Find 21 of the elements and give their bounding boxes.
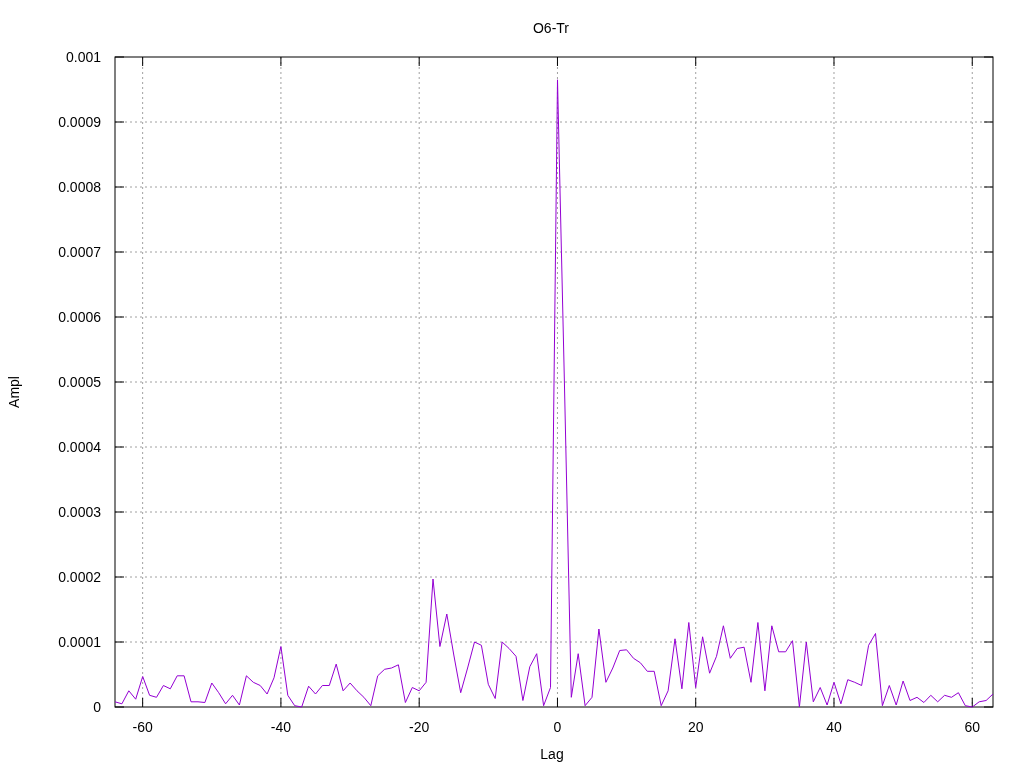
y-tick-label: 0.0009 [58,114,101,130]
x-tick-label: 0 [553,719,562,735]
x-tick-label: -60 [132,719,153,735]
y-tick-label: 0 [93,699,101,715]
y-axis-label: Ampl [6,376,22,408]
x-tick-label: 60 [964,719,981,735]
x-tick-label: -40 [270,719,292,735]
y-tick-label: 0.0003 [58,504,101,520]
y-tick-label: 0.0008 [58,179,101,195]
x-tick-label: 20 [687,719,704,735]
y-tick-label: 0.0007 [58,244,101,260]
y-tick-label: 0.0002 [58,569,101,585]
y-tick-label: 0.0006 [58,309,101,325]
y-tick-label: 0.0004 [58,439,101,455]
x-tick-label: 40 [826,719,842,735]
y-tick-label: 0.001 [65,49,101,65]
x-axis-label: Lag [540,746,564,762]
y-tick-label: 0.0005 [58,374,101,390]
chart-title: O6-Tr [533,20,569,36]
y-tick-label: 0.0001 [58,634,101,650]
x-tick-label: -20 [409,719,430,735]
